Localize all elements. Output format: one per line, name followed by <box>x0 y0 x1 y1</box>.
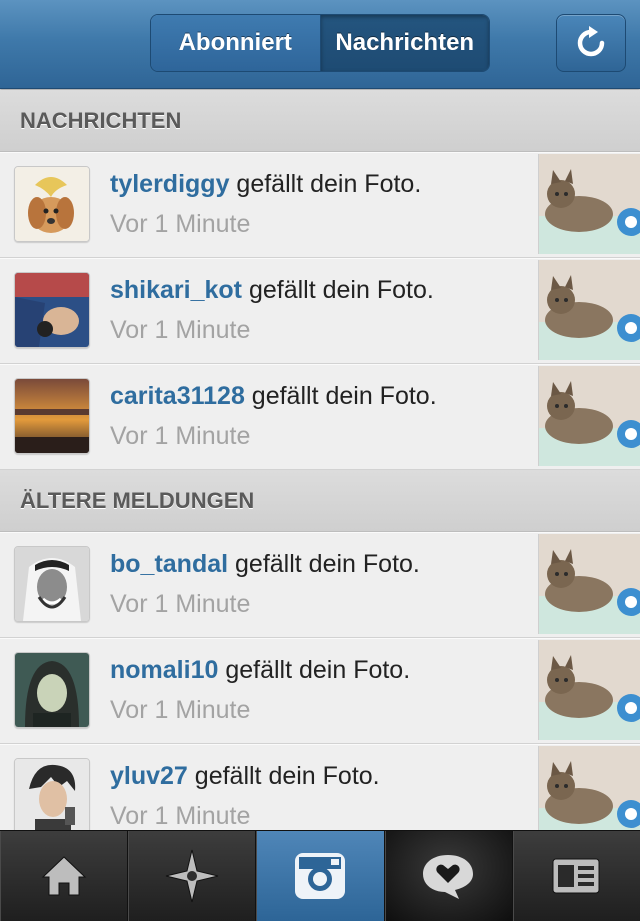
avatar[interactable] <box>14 378 90 454</box>
tab-explore[interactable] <box>128 831 257 921</box>
notification-text: yluv27 gefällt dein Foto. <box>110 762 380 791</box>
action-text: gefällt dein Foto. <box>242 276 434 304</box>
timestamp: Vor 1 Minute <box>110 696 251 724</box>
refresh-button[interactable] <box>556 14 626 72</box>
action-text: gefällt dein Foto. <box>218 656 411 684</box>
photo-thumbnail[interactable] <box>538 154 640 254</box>
notification-row[interactable]: bo_tandal gefällt dein Foto. Vor 1 Minut… <box>0 532 640 638</box>
notification-row[interactable]: carita31128 gefällt dein Foto. Vor 1 Min… <box>0 364 640 470</box>
news-heart-bubble-icon <box>423 855 474 899</box>
avatar[interactable] <box>14 758 90 834</box>
photo-thumbnail[interactable] <box>538 534 640 634</box>
tab-camera[interactable] <box>256 831 385 921</box>
section-header-aeltere-meldungen: ÄLTERE MELDUNGEN <box>0 470 640 532</box>
username-link[interactable]: carita31128 <box>110 382 245 410</box>
notification-row[interactable]: nomali10 gefällt dein Foto. Vor 1 Minute <box>0 638 640 744</box>
bottom-tab-bar <box>0 830 640 921</box>
refresh-icon <box>577 26 605 57</box>
action-text: gefällt dein Foto. <box>244 382 437 410</box>
notification-text: nomali10 gefällt dein Foto. <box>110 656 410 685</box>
avatar[interactable] <box>14 166 90 242</box>
avatar[interactable] <box>14 652 90 728</box>
tab-nachrichten[interactable]: Nachrichten <box>320 15 489 71</box>
tab-abonniert[interactable]: Abonniert <box>151 15 321 71</box>
feed-segmented-control: Abonniert Nachrichten <box>150 14 490 72</box>
profile-card-icon <box>552 858 600 894</box>
timestamp: Vor 1 Minute <box>110 316 251 344</box>
notification-text: shikari_kot gefällt dein Foto. <box>110 276 434 305</box>
notification-text: carita31128 gefällt dein Foto. <box>110 382 437 411</box>
avatar[interactable] <box>14 272 90 348</box>
action-text: gefällt dein Foto. <box>187 762 380 790</box>
notification-text: bo_tandal gefällt dein Foto. <box>110 550 420 579</box>
avatar[interactable] <box>14 546 90 622</box>
explore-star-icon <box>165 849 218 903</box>
action-text: gefällt dein Foto. <box>228 550 420 578</box>
timestamp: Vor 1 Minute <box>110 210 251 238</box>
photo-thumbnail[interactable] <box>538 640 640 740</box>
timestamp: Vor 1 Minute <box>110 802 251 830</box>
timestamp: Vor 1 Minute <box>110 590 251 618</box>
photo-thumbnail[interactable] <box>538 260 640 360</box>
username-link[interactable]: shikari_kot <box>110 276 242 304</box>
action-text: gefällt dein Foto. <box>229 170 422 198</box>
username-link[interactable]: nomali10 <box>110 656 218 684</box>
tab-home[interactable] <box>0 831 129 921</box>
username-link[interactable]: yluv27 <box>110 762 188 790</box>
username-link[interactable]: bo_tandal <box>110 550 228 578</box>
username-link[interactable]: tylerdiggy <box>110 170 229 198</box>
notification-row[interactable]: shikari_kot gefällt dein Foto. Vor 1 Min… <box>0 258 640 364</box>
top-nav-bar: Abonniert Nachrichten <box>0 0 640 89</box>
section-header-nachrichten: NACHRICHTEN <box>0 90 640 152</box>
notification-text: tylerdiggy gefällt dein Foto. <box>110 170 421 199</box>
timestamp: Vor 1 Minute <box>110 422 251 450</box>
tab-profile[interactable] <box>513 831 640 921</box>
tab-news[interactable] <box>384 831 513 921</box>
notification-row[interactable]: tylerdiggy gefällt dein Foto. Vor 1 Minu… <box>0 152 640 258</box>
home-icon <box>41 856 86 896</box>
camera-icon <box>295 853 345 899</box>
photo-thumbnail[interactable] <box>538 366 640 466</box>
